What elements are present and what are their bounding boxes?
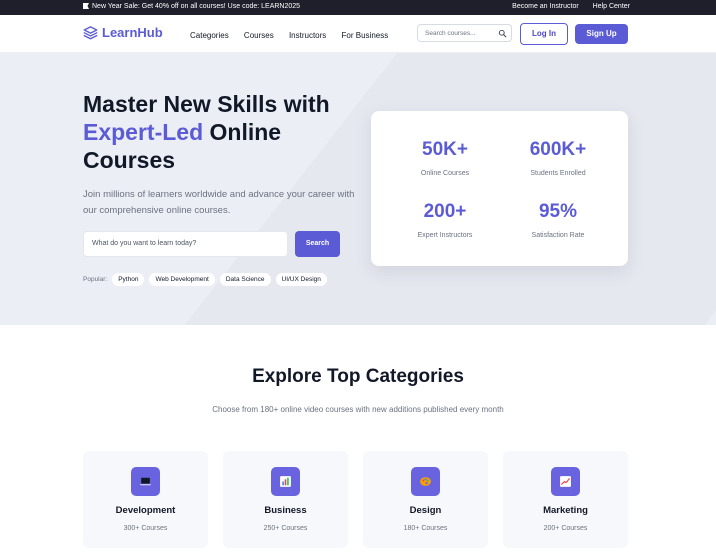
popular-tags: Popular: Python Web Development Data Sci… xyxy=(83,273,327,286)
category-card-development[interactable]: Development 300+ Courses xyxy=(83,451,208,548)
hero-subtitle: Join millions of learners worldwide and … xyxy=(83,189,355,216)
hero-title: Master New Skills with Expert-Led Online… xyxy=(83,90,353,174)
category-count: 300+ Courses xyxy=(123,525,168,532)
category-card-marketing[interactable]: Marketing 200+ Courses xyxy=(503,451,628,548)
tag-ui-ux-design[interactable]: UI/UX Design xyxy=(275,273,327,286)
become-instructor-link[interactable]: Become an Instructor xyxy=(512,3,579,10)
stats-card: 50K+ Online Courses 600K+ Students Enrol… xyxy=(371,111,628,266)
hero-title-accent: Expert-Led xyxy=(83,119,204,145)
site-header: LearnHub Categories Courses Instructors … xyxy=(0,15,716,53)
stat-label: Expert Instructors xyxy=(417,232,473,239)
login-button[interactable]: Log In xyxy=(520,23,568,45)
header-search-input[interactable]: Search courses... xyxy=(417,24,512,42)
nav-instructors[interactable]: Instructors xyxy=(289,31,326,40)
category-count: 180+ Courses xyxy=(403,525,448,532)
popular-label: Popular: xyxy=(83,276,108,283)
category-name: Design xyxy=(409,505,442,516)
signup-button[interactable]: Sign Up xyxy=(575,24,628,44)
course-search-placeholder: What do you want to learn today? xyxy=(92,240,197,247)
category-name: Development xyxy=(115,505,176,516)
stat-label: Students Enrolled xyxy=(530,170,586,177)
hero-title-rest: Online xyxy=(203,119,282,145)
stat-value: 95% xyxy=(538,201,578,222)
main-nav: Categories Courses Instructors For Busin… xyxy=(190,31,401,40)
help-center-link[interactable]: Help Center xyxy=(593,3,630,10)
stat-expert-instructors: 200+ Expert Instructors xyxy=(395,201,495,239)
search-icon[interactable] xyxy=(498,29,507,38)
category-count: 250+ Courses xyxy=(263,525,308,532)
category-card-design[interactable]: Design 180+ Courses xyxy=(363,451,488,548)
category-name: Marketing xyxy=(543,505,588,516)
flag-icon xyxy=(83,3,89,9)
header-search-placeholder: Search courses... xyxy=(425,30,476,37)
tag-data-science[interactable]: Data Science xyxy=(219,273,271,286)
hero-title-line1: Master New Skills with xyxy=(83,91,330,117)
palette-icon xyxy=(411,467,440,496)
announcement-bar: New Year Sale: Get 40% off on all course… xyxy=(0,0,716,15)
stat-students-enrolled: 600K+ Students Enrolled xyxy=(508,139,608,177)
category-card-business[interactable]: Business 250+ Courses xyxy=(223,451,348,548)
stat-value: 200+ xyxy=(423,201,467,222)
categories-subtitle: Choose from 180+ online video courses wi… xyxy=(212,405,504,414)
top-links: Become an Instructor Help Center xyxy=(500,3,630,10)
categories-title: Explore Top Categories xyxy=(252,366,464,387)
trend-chart-icon xyxy=(551,467,580,496)
layers-icon xyxy=(83,26,98,40)
hero-section: Master New Skills with Expert-Led Online… xyxy=(0,53,716,325)
brand-name: LearnHub xyxy=(102,25,163,40)
stat-label: Online Courses xyxy=(420,170,470,177)
tag-python[interactable]: Python xyxy=(112,273,145,286)
brand-logo[interactable]: LearnHub xyxy=(83,25,163,40)
laptop-icon xyxy=(131,467,160,496)
stat-online-courses: 50K+ Online Courses xyxy=(395,139,495,177)
promo-banner: New Year Sale: Get 40% off on all course… xyxy=(83,3,300,10)
stat-value: 600K+ xyxy=(529,139,587,160)
tag-web-development[interactable]: Web Development xyxy=(149,273,215,286)
category-count: 200+ Courses xyxy=(543,525,588,532)
course-search-input[interactable]: What do you want to learn today? xyxy=(83,231,288,257)
nav-courses[interactable]: Courses xyxy=(244,31,274,40)
category-name: Business xyxy=(264,505,307,516)
stat-satisfaction-rate: 95% Satisfaction Rate xyxy=(508,201,608,239)
nav-categories[interactable]: Categories xyxy=(190,31,229,40)
stat-label: Satisfaction Rate xyxy=(531,232,585,239)
bar-chart-icon xyxy=(271,467,300,496)
hero-search-button[interactable]: Search xyxy=(295,231,340,257)
promo-text: New Year Sale: Get 40% off on all course… xyxy=(92,3,301,10)
hero-title-line3: Courses xyxy=(83,147,176,173)
nav-for-business[interactable]: For Business xyxy=(342,31,389,40)
stat-value: 50K+ xyxy=(422,139,468,160)
